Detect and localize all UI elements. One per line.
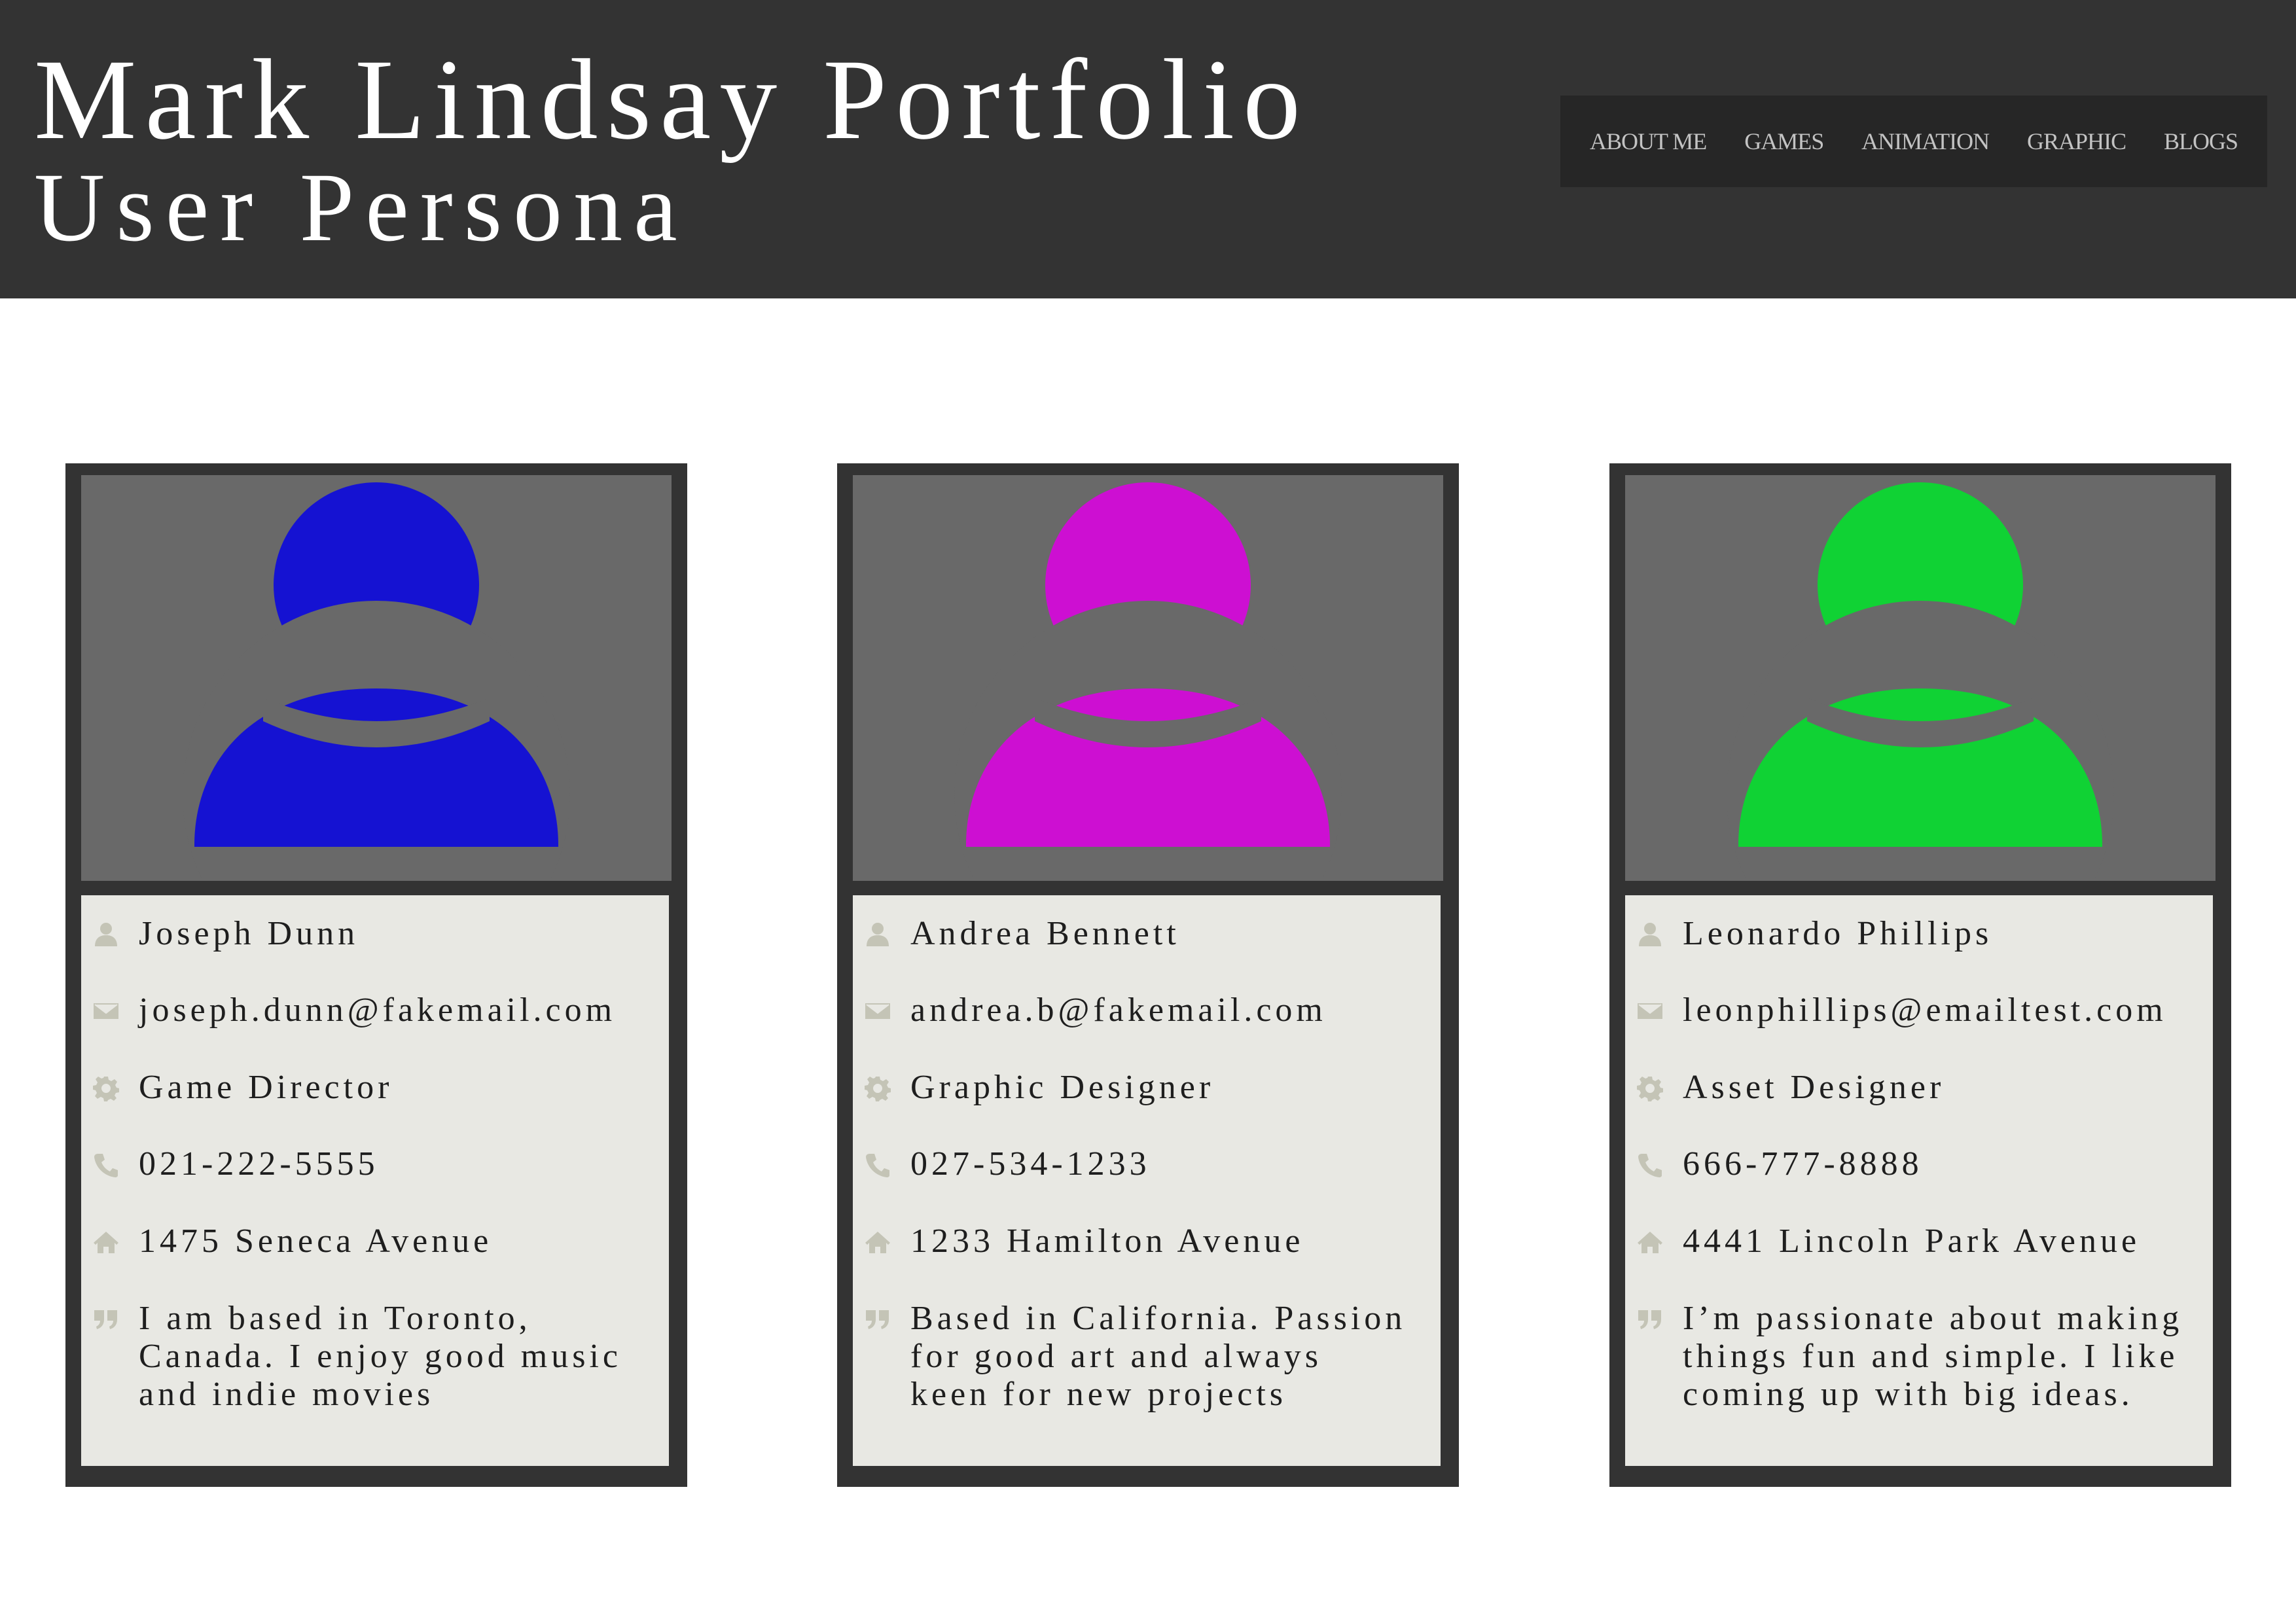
phone-icon: [93, 1145, 124, 1185]
persona-bio: I am based in Toronto, Canada. I enjoy g…: [139, 1300, 622, 1413]
user-icon: [865, 915, 896, 954]
persona-email[interactable]: leonphillips@emailtest.com: [1683, 991, 2167, 1029]
avatar-panel: [853, 475, 1443, 881]
page-title: Mark Lindsay Portfolio: [34, 36, 1310, 164]
persona-phone-row: 027-534-1233: [865, 1145, 1441, 1185]
persona-name: Leonardo Phillips: [1683, 915, 1993, 952]
persona-phone: 027-534-1233: [910, 1145, 1151, 1183]
home-icon: [865, 1222, 896, 1262]
persona-address: 4441 Lincoln Park Avenue: [1683, 1222, 2141, 1260]
avatar-user-icon: [183, 482, 570, 881]
persona-address-row: 4441 Lincoln Park Avenue: [1637, 1222, 2213, 1262]
home-icon: [1637, 1222, 1668, 1262]
persona-address: 1233 Hamilton Avenue: [910, 1222, 1304, 1260]
persona-name-row: Andrea Bennett: [865, 915, 1441, 954]
avatar-user-icon: [954, 482, 1342, 881]
persona-name: Andrea Bennett: [910, 915, 1180, 952]
persona-bio: I’m passionate about making things fun a…: [1683, 1300, 2183, 1413]
page-subtitle: User Persona: [34, 153, 689, 262]
persona-role-row: Asset Designer: [1637, 1069, 2213, 1108]
nav-item-animation[interactable]: ANIMATION: [1861, 128, 1990, 155]
page-header: Mark Lindsay Portfolio User Persona ABOU…: [0, 0, 2296, 298]
persona-bio-row: I’m passionate about making things fun a…: [1637, 1300, 2213, 1414]
persona-name: Joseph Dunn: [139, 915, 359, 952]
avatar-panel: [1625, 475, 2215, 881]
persona-phone: 021-222-5555: [139, 1145, 379, 1183]
phone-icon: [865, 1145, 896, 1185]
persona-phone-row: 021-222-5555: [93, 1145, 669, 1185]
persona-address-row: 1233 Hamilton Avenue: [865, 1222, 1441, 1262]
persona-email-row: joseph.dunn@fakemail.com: [93, 991, 669, 1031]
envelope-icon: [93, 991, 124, 1031]
persona-address: 1475 Seneca Avenue: [139, 1222, 493, 1260]
gear-icon: [93, 1069, 124, 1108]
persona-phone: 666-777-8888: [1683, 1145, 1923, 1183]
nav-item-graphic[interactable]: GRAPHIC: [2027, 128, 2126, 155]
persona-email[interactable]: andrea.b@fakemail.com: [910, 991, 1327, 1029]
user-icon: [93, 915, 124, 954]
quote-icon: [1637, 1300, 1668, 1339]
avatar-panel: [81, 475, 672, 881]
home-icon: [93, 1222, 124, 1262]
persona-card: Andrea Bennett andrea.b@fakemail.com Gra…: [837, 463, 1459, 1487]
persona-card: Leonardo Phillips leonphillips@emailtest…: [1609, 463, 2231, 1487]
nav-item-about-me[interactable]: ABOUT ME: [1590, 128, 1707, 155]
persona-name-row: Leonardo Phillips: [1637, 915, 2213, 954]
nav-item-blogs[interactable]: BLOGS: [2164, 128, 2238, 155]
persona-email[interactable]: joseph.dunn@fakemail.com: [139, 991, 616, 1029]
avatar-user-icon: [1727, 482, 2114, 881]
nav-item-games[interactable]: GAMES: [1744, 128, 1824, 155]
persona-info: Leonardo Phillips leonphillips@emailtest…: [1625, 895, 2213, 1466]
user-icon: [1637, 915, 1668, 954]
persona-bio: Based in California. Passion for good ar…: [910, 1300, 1407, 1413]
persona-role-row: Graphic Designer: [865, 1069, 1441, 1108]
persona-address-row: 1475 Seneca Avenue: [93, 1222, 669, 1262]
persona-email-row: andrea.b@fakemail.com: [865, 991, 1441, 1031]
quote-icon: [93, 1300, 124, 1339]
envelope-icon: [1637, 991, 1668, 1031]
gear-icon: [1637, 1069, 1668, 1108]
persona-info: Joseph Dunn joseph.dunn@fakemail.com Gam…: [81, 895, 669, 1466]
persona-bio-row: Based in California. Passion for good ar…: [865, 1300, 1441, 1414]
persona-role: Game Director: [139, 1069, 393, 1106]
persona-card: Joseph Dunn joseph.dunn@fakemail.com Gam…: [65, 463, 687, 1487]
persona-bio-row: I am based in Toronto, Canada. I enjoy g…: [93, 1300, 669, 1414]
persona-role: Asset Designer: [1683, 1069, 1945, 1106]
main-nav: ABOUT ME GAMES ANIMATION GRAPHIC BLOGS: [1560, 96, 2267, 187]
persona-role: Graphic Designer: [910, 1069, 1215, 1106]
quote-icon: [865, 1300, 896, 1339]
phone-icon: [1637, 1145, 1668, 1185]
persona-phone-row: 666-777-8888: [1637, 1145, 2213, 1185]
persona-role-row: Game Director: [93, 1069, 669, 1108]
envelope-icon: [865, 991, 896, 1031]
persona-name-row: Joseph Dunn: [93, 915, 669, 954]
persona-info: Andrea Bennett andrea.b@fakemail.com Gra…: [853, 895, 1441, 1466]
gear-icon: [865, 1069, 896, 1108]
persona-email-row: leonphillips@emailtest.com: [1637, 991, 2213, 1031]
